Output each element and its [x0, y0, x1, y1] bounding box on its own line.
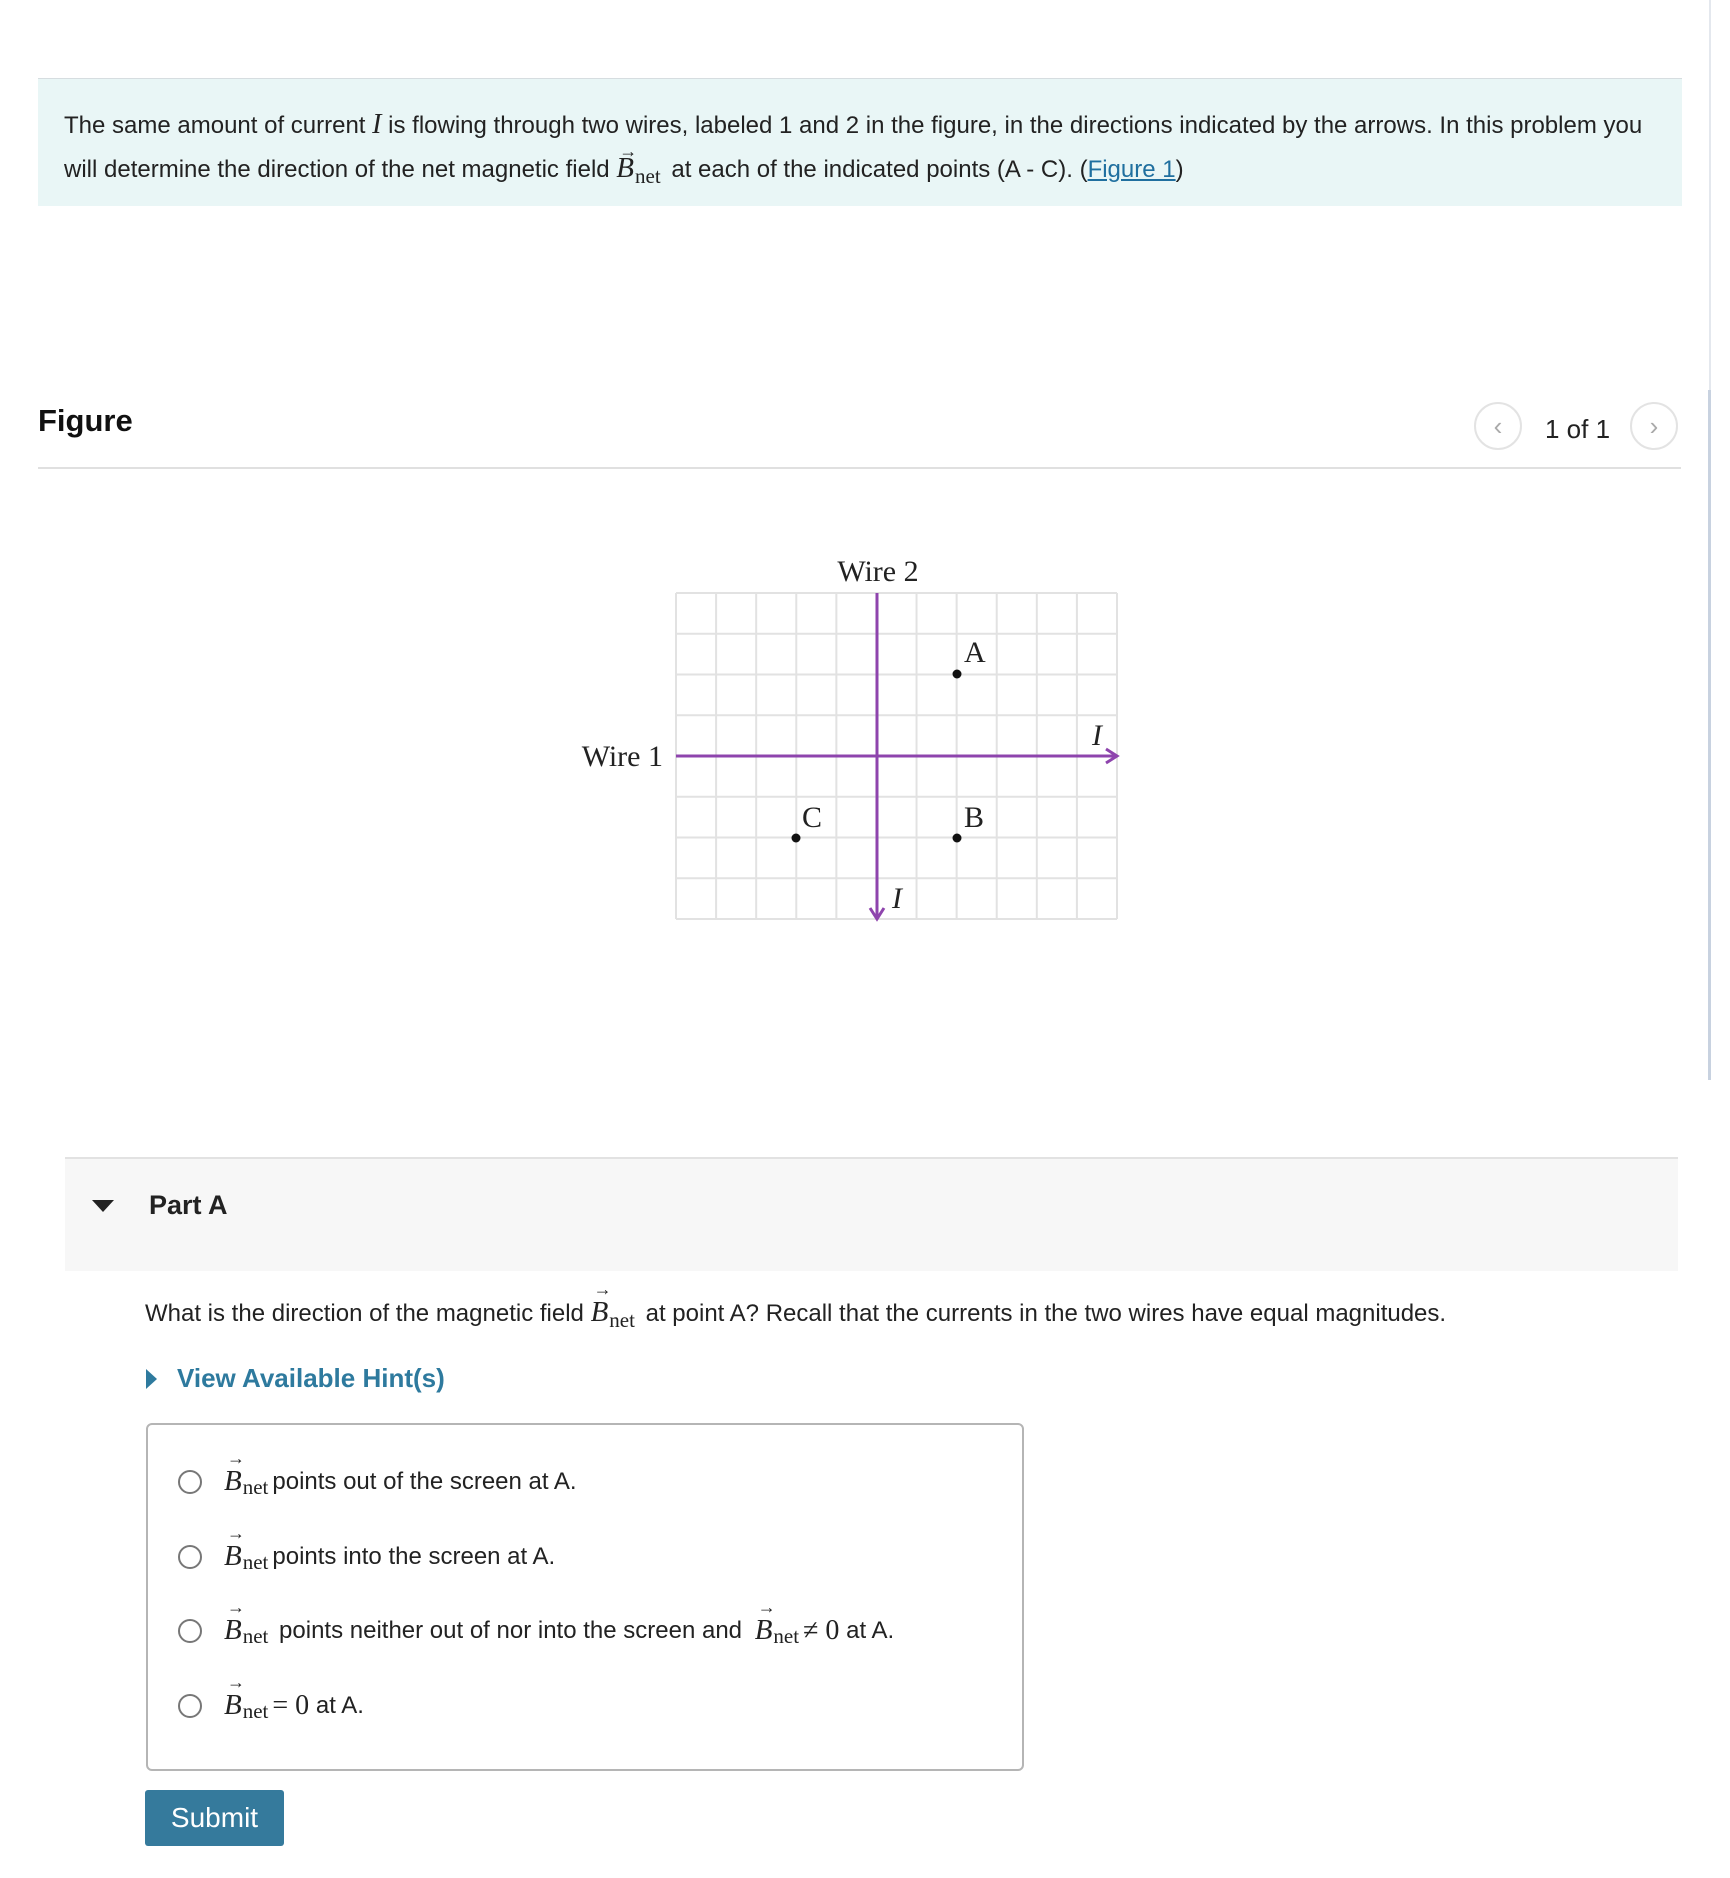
current-label-wire2: I — [891, 882, 904, 915]
field-subscript: net — [242, 1475, 269, 1499]
equals-zero: = 0 — [272, 1689, 310, 1721]
field-subscript: net — [773, 1624, 800, 1648]
intro-text: ) — [1175, 156, 1184, 183]
option-text: points into the screen at A. — [272, 1542, 556, 1570]
field-symbol: B — [224, 1523, 245, 1573]
option-into-screen[interactable]: Bnet points into the screen at A. — [178, 1523, 556, 1574]
wire-figure: Wire 2 Wire 1 I I A B C — [570, 540, 1170, 945]
point-c-label: C — [802, 801, 822, 834]
field-symbol: B — [755, 1597, 776, 1647]
radio-button[interactable] — [178, 1693, 202, 1718]
part-a-header[interactable]: Part A — [65, 1157, 1678, 1271]
field-symbol: B — [224, 1448, 245, 1498]
point-a-label: A — [964, 636, 986, 669]
option-text: points out of the screen at A. — [272, 1467, 577, 1495]
option-neither[interactable]: Bnet points neither out of nor into the … — [178, 1597, 895, 1648]
next-figure-button[interactable]: › — [1630, 402, 1678, 450]
problem-intro: The same amount of current I is flowing … — [38, 79, 1682, 206]
option-out-of-screen[interactable]: Bnet points out of the screen at A. — [178, 1448, 577, 1499]
field-symbol: B — [224, 1597, 245, 1647]
view-hints-toggle[interactable]: View Available Hint(s) — [146, 1363, 445, 1394]
intro-text: at each of the indicated points (A - C).… — [664, 156, 1088, 183]
chevron-right-icon: › — [1649, 410, 1659, 441]
wire1-label: Wire 1 — [582, 740, 663, 773]
figure-heading: Figure — [38, 403, 133, 438]
radio-button[interactable] — [178, 1618, 202, 1643]
question-text: What is the direction of the magnetic fi… — [145, 1279, 1447, 1332]
figure-pager: 1 of 1 — [1545, 414, 1611, 444]
field-symbol: B — [591, 1279, 612, 1329]
figure-link[interactable]: Figure 1 — [1088, 156, 1176, 183]
submit-button[interactable]: Submit — [145, 1790, 284, 1846]
point-b-label: B — [964, 801, 984, 834]
prev-figure-button[interactable]: ‹ — [1474, 402, 1522, 450]
field-subscript: net — [242, 1550, 269, 1574]
field-symbol: B — [224, 1672, 245, 1722]
current-label-wire1: I — [1091, 719, 1104, 752]
divider — [38, 467, 1681, 469]
answer-options: Bnet points out of the screen at A. Bnet… — [146, 1423, 1024, 1771]
question-part: at point A? Recall that the currents in … — [638, 1300, 1447, 1327]
radio-button[interactable] — [178, 1469, 202, 1494]
option-text: points neither out of nor into the scree… — [272, 1616, 749, 1644]
option-text: at A. — [839, 1616, 895, 1644]
wire2-label: Wire 2 — [837, 555, 918, 588]
part-a-label: Part A — [149, 1190, 228, 1220]
point-a — [952, 669, 962, 679]
field-subscript: net — [635, 164, 661, 188]
radio-button[interactable] — [178, 1544, 202, 1569]
wire-diagram: Wire 2 Wire 1 I I A B C — [582, 555, 1120, 922]
field-subscript: net — [242, 1624, 269, 1648]
point-b — [952, 833, 962, 843]
field-subscript: net — [242, 1699, 269, 1723]
option-zero[interactable]: Bnet= 0 at A. — [178, 1672, 364, 1723]
not-equal-zero: ≠ 0 — [803, 1614, 840, 1646]
collapse-triangle-icon[interactable] — [92, 1200, 114, 1212]
question-part: What is the direction of the magnetic fi… — [145, 1300, 591, 1327]
field-symbol: B — [616, 130, 637, 190]
option-text: at A. — [309, 1691, 364, 1719]
hint-label: View Available Hint(s) — [177, 1363, 445, 1393]
expand-triangle-icon — [146, 1369, 157, 1389]
field-subscript: net — [609, 1308, 635, 1332]
intro-text: The same amount of current — [64, 112, 373, 139]
point-c — [791, 833, 801, 843]
scrollbar-thumb[interactable] — [1708, 390, 1711, 1080]
chevron-left-icon: ‹ — [1493, 410, 1503, 441]
